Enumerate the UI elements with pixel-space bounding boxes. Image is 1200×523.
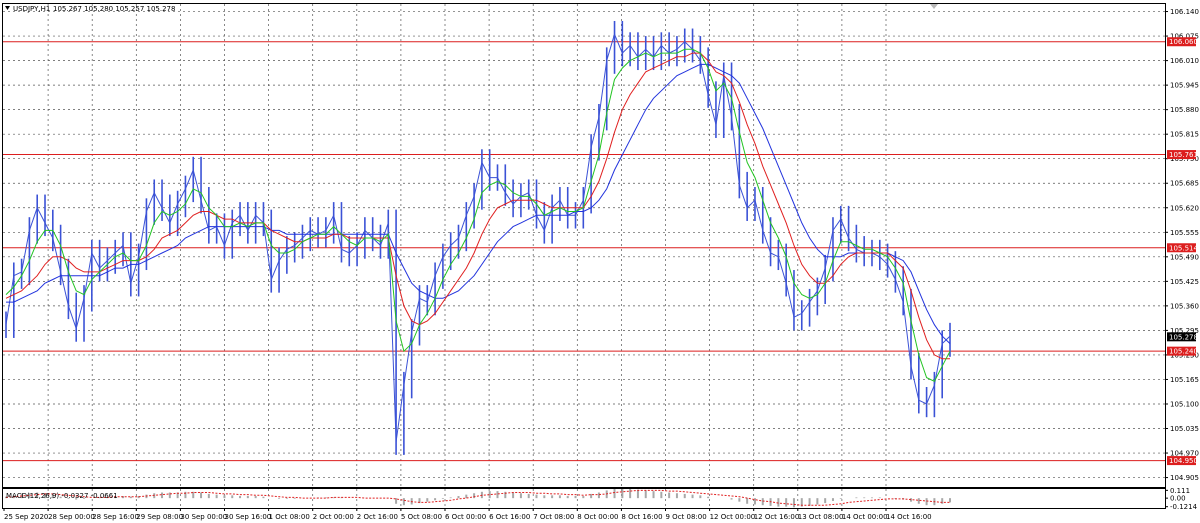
- y-tick-label: 106.140: [1170, 8, 1199, 16]
- x-tick-label: 7 Oct 08:00: [533, 513, 574, 521]
- y-tick-label: 105.685: [1170, 180, 1199, 188]
- y-tick-label: 105.360: [1170, 302, 1199, 310]
- x-tick-label: 30 Sep 00:00: [180, 513, 227, 521]
- y-tick-label: 105.490: [1170, 253, 1199, 261]
- x-tick-label: 14 Oct 00:00: [842, 513, 888, 521]
- level-tag-label: 105.240: [1169, 348, 1198, 356]
- x-tick-label: 12 Oct 16:00: [754, 513, 800, 521]
- x-tick-label: 25 Sep 2020: [4, 513, 48, 521]
- y-tick-label: 105.165: [1170, 376, 1199, 384]
- x-tick-label: 2 Oct 16:00: [357, 513, 398, 521]
- ohlc-values: 105.267 105.280 105.257 105.278: [53, 5, 175, 13]
- y-tick-label: 105.555: [1170, 229, 1199, 237]
- y-tick-label: 105.425: [1170, 278, 1199, 286]
- x-tick-label: 28 Sep 16:00: [92, 513, 139, 521]
- y-tick-label: 105.880: [1170, 106, 1199, 114]
- x-tick-label: 8 Oct 16:00: [621, 513, 662, 521]
- y-tick-label: 105.035: [1170, 425, 1199, 433]
- chart-header: USDJPY,H1 105.267 105.280 105.257 105.27…: [5, 5, 175, 13]
- level-tag-label: 105.514: [1169, 244, 1198, 252]
- x-tick-label: 6 Oct 00:00: [445, 513, 486, 521]
- macd-label: MACD(12,26,9) -0.0327 -0.0661: [6, 492, 118, 500]
- y-tick-label: 104.905: [1170, 474, 1199, 482]
- macd-y-tick-label: -0.1214: [1170, 503, 1198, 511]
- x-tick-label: 6 Oct 16:00: [489, 513, 530, 521]
- x-tick-label: 14 Oct 16:00: [886, 513, 932, 521]
- x-tick-label: 2 Oct 00:00: [313, 513, 354, 521]
- macd-panel: [2, 488, 1166, 509]
- y-tick-label: 105.815: [1170, 131, 1199, 139]
- x-tick-label: 13 Oct 08:00: [798, 513, 844, 521]
- y-tick-label: 105.620: [1170, 204, 1199, 212]
- x-tick-label: 8 Oct 00:00: [577, 513, 618, 521]
- x-tick-label: 1 Oct 08:00: [269, 513, 310, 521]
- y-tick-label: 105.945: [1170, 82, 1199, 90]
- y-tick-label: 106.010: [1170, 57, 1199, 65]
- x-tick-label: 29 Sep 08:00: [136, 513, 183, 521]
- x-tick-label: 9 Oct 08:00: [666, 513, 707, 521]
- current-price-label: 105.278: [1169, 333, 1198, 341]
- level-tag-label: 104.950: [1169, 457, 1198, 465]
- x-tick-label: 12 Oct 00:00: [710, 513, 756, 521]
- macd-y-tick-label: 0.111: [1170, 487, 1190, 495]
- level-tag-label: 106.060: [1169, 38, 1198, 46]
- y-tick-label: 105.100: [1170, 400, 1199, 408]
- symbol-label: USDJPY,H1: [13, 5, 50, 13]
- x-tick-label: 28 Sep 00:00: [48, 513, 95, 521]
- x-tick-label: 5 Oct 08:00: [401, 513, 442, 521]
- macd-y-tick-label: 0.00: [1170, 495, 1186, 503]
- x-tick-label: 30 Sep 16:00: [225, 513, 272, 521]
- chart-window: 106.140106.075106.010105.945105.880105.8…: [0, 0, 1200, 523]
- level-tag-label: 105.761: [1169, 151, 1198, 159]
